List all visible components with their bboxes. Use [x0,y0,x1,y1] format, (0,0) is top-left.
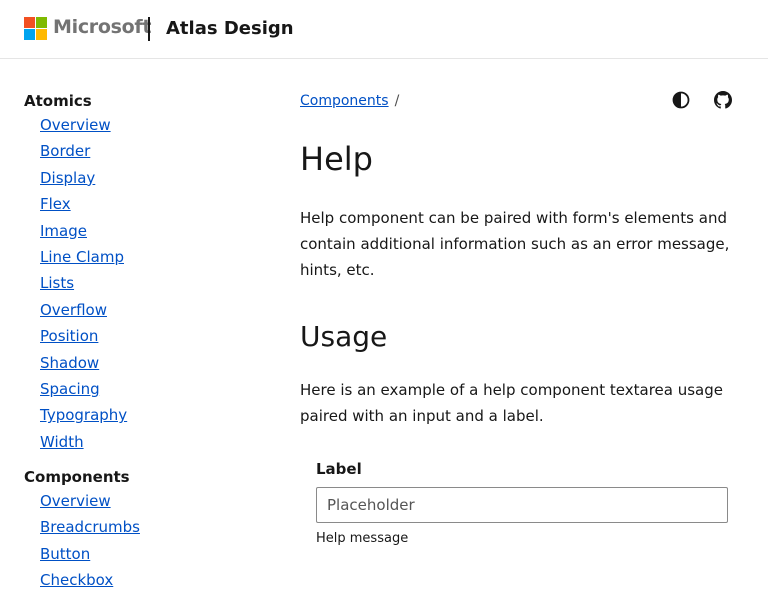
github-icon[interactable] [714,91,732,109]
nav-link-position[interactable]: Position [40,327,98,345]
nav-item: Shadow [40,350,254,376]
nav-link-display[interactable]: Display [40,169,95,187]
nav-group-components: Components Overview Breadcrumbs Button C… [24,466,254,594]
nav-link-width[interactable]: Width [40,433,84,451]
nav-list-atomics: Overview Border Display Flex Image Line … [24,112,254,455]
nav-item: Checkbox [40,567,254,593]
theme-toggle-icon[interactable] [672,91,690,109]
nav-item: Breadcrumbs [40,514,254,540]
toolbar [672,91,732,111]
intro-paragraph: Help component can be paired with form's… [300,209,730,279]
nav-item: Spacing [40,376,254,402]
nav-group-title: Components [24,468,130,487]
logo-square-red [24,17,35,28]
nav-link-components-overview[interactable]: Overview [40,492,111,510]
site-title[interactable]: Atlas Design [166,18,294,39]
nav-link-lists[interactable]: Lists [40,274,74,292]
header-divider [148,17,150,41]
site-header: Microsoft Atlas Design [0,0,768,59]
nav-link-spacing[interactable]: Spacing [40,380,100,398]
logo-square-green [36,17,47,28]
breadcrumb-separator: / [394,93,400,109]
nav-item: Position [40,323,254,349]
text-input[interactable] [316,487,728,523]
help-message: Help message [316,531,409,546]
field-label: Label [316,460,362,478]
help-form-example: Label Help message [316,458,728,549]
microsoft-logo-icon[interactable] [24,17,47,40]
nav-group-atomics: Atomics Overview Border Display Flex Ima… [24,90,254,455]
page-title: Help [300,140,373,178]
logo-square-blue [24,29,35,40]
nav-link-button[interactable]: Button [40,545,90,563]
usage-heading: Usage [300,320,388,353]
nav-item: Border [40,138,254,164]
nav-list-components: Overview Breadcrumbs Button Checkbox [24,488,254,594]
nav-link-typography[interactable]: Typography [40,406,127,424]
nav-item: Flex [40,191,254,217]
nav-item: Width [40,429,254,455]
nav-group-title: Atomics [24,92,92,110]
nav-link-breadcrumbs[interactable]: Breadcrumbs [40,518,140,536]
nav-item: Typography [40,402,254,428]
nav-link-overview[interactable]: Overview [40,116,111,134]
nav-link-overflow[interactable]: Overflow [40,301,107,319]
usage-paragraph: Here is an example of a help component t… [300,381,723,425]
nav-link-checkbox[interactable]: Checkbox [40,571,113,589]
nav-item: Line Clamp [40,244,254,270]
nav-link-image[interactable]: Image [40,222,87,240]
sidebar-nav: Atomics Overview Border Display Flex Ima… [24,90,254,594]
nav-item: Overview [40,488,254,514]
nav-item: Display [40,165,254,191]
nav-link-border[interactable]: Border [40,142,90,160]
microsoft-wordmark[interactable]: Microsoft [53,16,151,38]
nav-item: Overflow [40,297,254,323]
nav-item: Image [40,218,254,244]
nav-item: Lists [40,270,254,296]
logo-square-yellow [36,29,47,40]
nav-link-line-clamp[interactable]: Line Clamp [40,248,124,266]
breadcrumb-link-components[interactable]: Components [300,93,389,109]
nav-item: Button [40,541,254,567]
nav-link-shadow[interactable]: Shadow [40,354,99,372]
nav-link-flex[interactable]: Flex [40,195,71,213]
nav-item: Overview [40,112,254,138]
